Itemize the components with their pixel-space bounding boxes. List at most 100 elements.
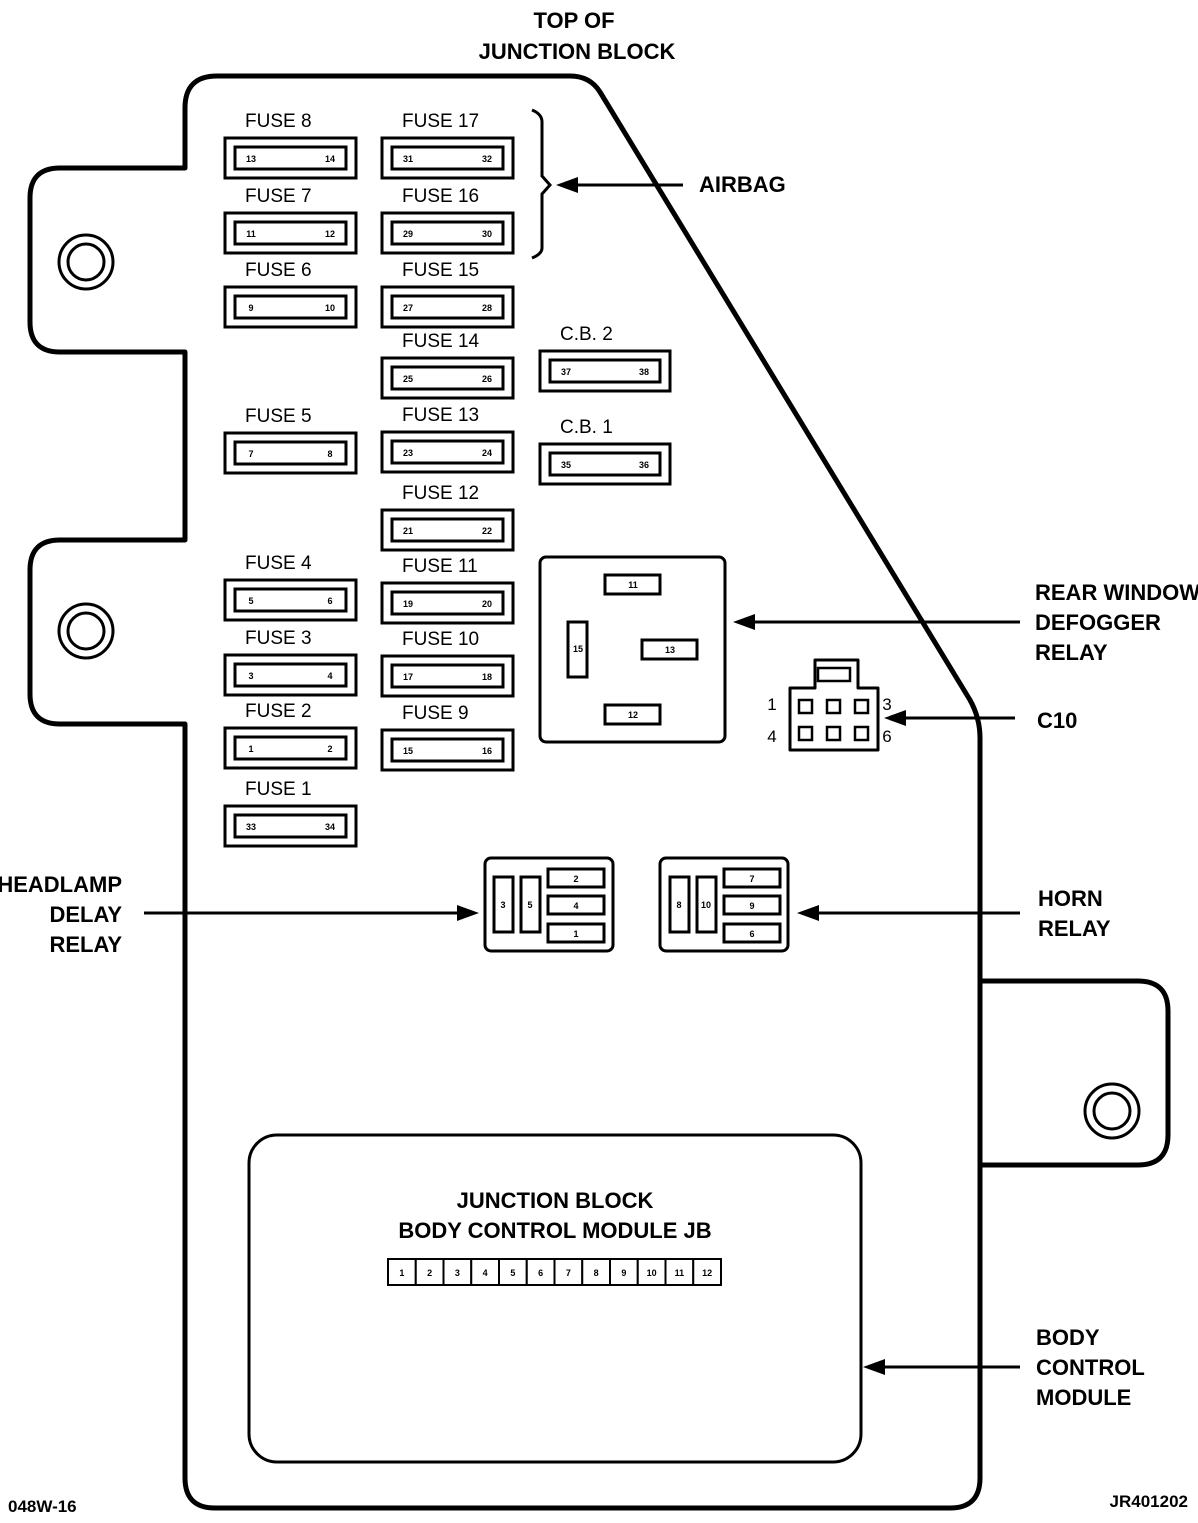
fuse-pin-number: 27 (403, 303, 413, 313)
relay-terminal: 6 (722, 922, 782, 944)
fuse-pin-number: 34 (325, 822, 335, 832)
c10-pin-label-6: 6 (882, 727, 891, 746)
fuse-15[interactable]: FUSE 15 27 28 (380, 260, 515, 329)
fuse-16[interactable]: FUSE 16 29 30 (380, 186, 515, 255)
bcm-pin: 4 (470, 1258, 500, 1286)
fuse-10[interactable]: FUSE 10 17 18 (380, 629, 515, 698)
fuse-label: FUSE 11 (402, 556, 478, 577)
svg-text:15: 15 (573, 644, 583, 654)
c10-arrow (884, 710, 1015, 726)
fuse-pin-number: 23 (403, 448, 413, 458)
fuse-pin-number: 28 (482, 303, 492, 313)
callout-bcm-line3: MODULE (1036, 1385, 1131, 1410)
fuse-label: FUSE 10 (402, 629, 479, 650)
fuse-9[interactable]: FUSE 9 15 16 (380, 703, 515, 772)
callout-bcm-line2: CONTROL (1036, 1355, 1145, 1380)
callout-bcm-line1: BODY (1036, 1325, 1100, 1350)
relay-terminal: 3 (492, 875, 515, 934)
rear-window-defogger-relay[interactable]: 11 15 13 12 (538, 555, 727, 744)
fuse-14[interactable]: FUSE 14 25 26 (380, 331, 515, 400)
bcm-pin: 1 (387, 1258, 417, 1286)
svg-text:7: 7 (566, 1268, 571, 1278)
bcm-pin: 12 (692, 1258, 722, 1286)
fuse-5[interactable]: FUSE 5 7 8 (223, 406, 358, 475)
horn-relay[interactable]: 8 10 7 9 6 (658, 856, 790, 953)
fuse-7[interactable]: FUSE 7 11 12 (223, 186, 358, 255)
fuse-2[interactable]: FUSE 2 1 2 (223, 701, 358, 770)
relay-terminal: 2 (546, 867, 606, 889)
relay-terminal: 13 (640, 638, 699, 661)
fuse-pin-number: 20 (482, 599, 492, 609)
relay-terminal: 7 (722, 867, 782, 889)
mounting-hole-right (1083, 1082, 1141, 1140)
svg-text:11: 11 (675, 1268, 685, 1278)
fuse-label: FUSE 6 (245, 260, 312, 281)
fuse-pin-number: 14 (325, 154, 335, 164)
callout-c10: C10 (1037, 708, 1077, 733)
bcm-pin: 10 (636, 1258, 667, 1286)
callout-rear-defogger-line1: REAR WINDOW (1035, 580, 1198, 605)
callout-headlamp-line1: HEADLAMP (0, 872, 122, 897)
svg-text:9: 9 (621, 1268, 626, 1278)
svg-text:3: 3 (455, 1268, 460, 1278)
callout-horn-line2: RELAY (1038, 916, 1111, 941)
svg-text:11: 11 (628, 580, 638, 590)
svg-text:12: 12 (702, 1268, 712, 1278)
c10-connector[interactable]: 1 3 4 6 (767, 658, 892, 752)
svg-text:10: 10 (701, 900, 711, 910)
c10-pin-label-4: 4 (767, 727, 776, 746)
horn-arrow (797, 905, 1020, 921)
fuse-label: FUSE 3 (245, 628, 312, 649)
relay-terminal: 4 (546, 894, 606, 916)
fuse-label: C.B. 2 (560, 324, 613, 345)
fuse-11[interactable]: FUSE 11 19 20 (380, 556, 515, 625)
body-control-module[interactable]: JUNCTION BLOCK BODY CONTROL MODULE JB 12… (247, 1133, 863, 1464)
fuse-12[interactable]: FUSE 12 21 22 (380, 483, 515, 552)
headlamp-delay-relay[interactable]: 3 5 2 4 1 (483, 856, 615, 953)
fuse-pin-number: 19 (403, 599, 413, 609)
fuse-pin-number: 30 (482, 229, 492, 239)
fuse-6[interactable]: FUSE 6 9 10 (223, 260, 358, 329)
fuse-pin-number: 1 (248, 744, 253, 754)
fuse-label: FUSE 2 (245, 701, 312, 722)
bcm-pin: 3 (442, 1258, 473, 1286)
fuse-label: FUSE 12 (402, 483, 479, 504)
fuse-3[interactable]: FUSE 3 3 4 (223, 628, 358, 697)
fuse-pin-number: 10 (325, 303, 335, 313)
fuse-1[interactable]: FUSE 1 33 34 (223, 779, 358, 848)
relay-terminal: 9 (722, 894, 782, 916)
callout-airbag: AIRBAG (699, 172, 786, 197)
fuse-13[interactable]: FUSE 13 23 24 (380, 405, 515, 474)
fuse-label: FUSE 15 (402, 260, 479, 281)
svg-text:9: 9 (749, 901, 754, 911)
svg-text:8: 8 (594, 1268, 599, 1278)
fuse-4[interactable]: FUSE 4 5 6 (223, 553, 358, 622)
diagram-title-line1: TOP OF (533, 8, 614, 33)
relay-terminal: 8 (668, 875, 691, 934)
svg-text:2: 2 (573, 874, 578, 884)
fuse-pin-number: 6 (327, 596, 332, 606)
cb-1[interactable]: C.B. 1 35 36 (538, 417, 672, 486)
cb-2[interactable]: C.B. 2 37 38 (538, 324, 672, 393)
svg-text:6: 6 (749, 929, 754, 939)
relay-terminal: 10 (695, 875, 718, 934)
callout-rear-defogger-line2: DEFOGGER (1035, 610, 1161, 635)
fuse-pin-number: 33 (246, 822, 256, 832)
housing-right-tab (980, 978, 1171, 1168)
fuse-pin-number: 5 (248, 596, 253, 606)
fuse-17[interactable]: FUSE 17 31 32 (380, 111, 515, 180)
svg-text:13: 13 (665, 645, 675, 655)
relay-terminal: 11 (603, 573, 662, 596)
fuse-pin-number: 13 (246, 154, 256, 164)
relay-terminal: 12 (603, 703, 662, 726)
fuse-label: FUSE 13 (402, 405, 479, 426)
fuse-pin-number: 25 (403, 374, 413, 384)
fuse-pin-number: 2 (327, 744, 332, 754)
fuse-pin-number: 12 (325, 229, 335, 239)
fuse-8[interactable]: FUSE 8 13 14 (223, 111, 358, 180)
svg-text:12: 12 (628, 710, 638, 720)
fuse-pin-number: 15 (403, 746, 413, 756)
svg-text:2: 2 (427, 1268, 432, 1278)
svg-text:1: 1 (573, 929, 578, 939)
fuse-pin-number: 16 (482, 746, 492, 756)
